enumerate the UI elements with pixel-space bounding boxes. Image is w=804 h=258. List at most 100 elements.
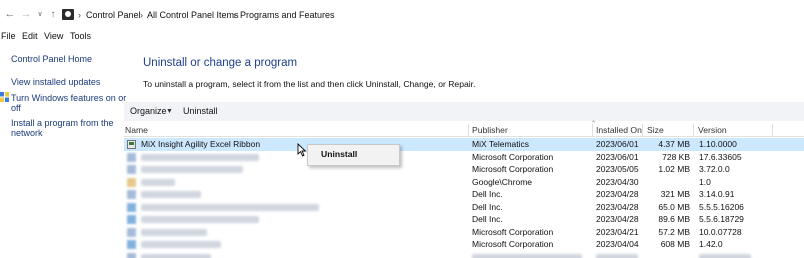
menu-tools[interactable]: Tools	[70, 30, 91, 43]
menu-file[interactable]: File	[1, 30, 16, 43]
row-installed-on: 2023/06/01	[596, 151, 639, 162]
sidebar-link-network-install-line2[interactable]: network	[11, 128, 43, 138]
menu-view[interactable]: View	[44, 30, 63, 43]
sidebar-link-windows-features-line2[interactable]: off	[11, 103, 21, 113]
program-icon	[127, 227, 136, 237]
table-row[interactable]: Microsoft Corporation 2023/04/21 57.2 MB…	[124, 226, 804, 239]
row-size: 65.0 MB	[658, 201, 690, 212]
redacted-name	[141, 203, 319, 211]
redacted-name	[141, 178, 175, 186]
column-divider[interactable]	[693, 124, 694, 136]
row-size: 728 KB	[662, 151, 690, 162]
row-version: 1.42.0	[699, 239, 723, 249]
table-header: Name ⌃ Publisher Installed On Size Versi…	[124, 121, 804, 137]
program-icon	[127, 240, 136, 249]
row-installed-on: 2023/04/28	[596, 214, 639, 224]
column-header-installed-on[interactable]: Installed On	[596, 123, 642, 137]
breadcrumb-separator-icon: ›	[78, 10, 81, 20]
breadcrumb-all-items[interactable]: All Control Panel Items	[147, 8, 239, 22]
table-row[interactable]: Microsoft Corporation 2023/04/04 608 MB …	[124, 238, 804, 251]
arrow-right-icon[interactable]: →	[20, 8, 32, 21]
row-size: 4.37 MB	[658, 139, 690, 149]
address-bar: ← → ∨ ↑ › Control Panel › All Control Pa…	[0, 0, 804, 29]
table-row[interactable]: Google\Chrome 2023/04/30 1.0	[124, 176, 804, 189]
redacted-version	[699, 253, 751, 258]
row-publisher: MiX Telematics	[472, 139, 529, 149]
row-publisher: Google\Chrome	[472, 176, 533, 187]
column-divider[interactable]	[772, 124, 773, 136]
row-name: MiX Insight Agility Excel Ribbon	[141, 139, 261, 149]
redacted-name	[141, 191, 201, 198]
row-installed-on: 2023/05/05	[596, 164, 639, 174]
row-publisher: Microsoft Corporation	[472, 151, 554, 162]
sidebar-link-network-install[interactable]: Install a program from the	[11, 118, 114, 128]
row-publisher: Dell Inc.	[472, 201, 503, 212]
page-title: Uninstall or change a program	[143, 57, 298, 69]
sidebar-link-home[interactable]: Control Panel Home	[11, 54, 92, 64]
row-installed-on: 2023/04/28	[596, 201, 639, 212]
menu-edit[interactable]: Edit	[22, 30, 38, 43]
column-header-publisher[interactable]: Publisher	[472, 123, 508, 137]
program-icon	[127, 252, 136, 258]
column-header-size[interactable]: Size	[647, 123, 664, 137]
column-divider[interactable]	[592, 124, 593, 136]
program-icon	[127, 202, 136, 212]
context-menu-uninstall[interactable]: Uninstall	[321, 149, 357, 159]
redacted-name	[141, 166, 243, 173]
arrow-up-icon[interactable]: ↑	[47, 8, 59, 21]
breadcrumb-control-panel[interactable]: Control Panel	[86, 8, 141, 22]
row-size: 89.6 MB	[658, 214, 690, 224]
row-installed-on: 2023/04/21	[596, 226, 639, 237]
installer-icon	[127, 140, 136, 149]
redacted-date	[596, 253, 638, 258]
breadcrumb-programs-features[interactable]: Programs and Features	[240, 8, 335, 22]
redacted-name	[141, 216, 259, 223]
row-size: 321 MB	[660, 189, 690, 199]
row-size: 1.02 MB	[658, 164, 690, 174]
sidebar-link-windows-features[interactable]: Turn Windows features on or	[11, 93, 126, 103]
table-row[interactable]: Dell Inc. 2023/04/28 89.6 MB 5.5.6.18729	[124, 213, 804, 226]
row-version: 10.0.07728	[699, 226, 742, 237]
row-installed-on: 2023/04/04	[596, 239, 639, 249]
row-installed-on: 2023/06/01	[596, 139, 639, 149]
table-row[interactable]: Microsoft Corporation 2023/05/05 1.02 MB…	[124, 163, 804, 176]
breadcrumb-separator-icon: ›	[233, 10, 236, 20]
row-version: 17.6.33605	[699, 151, 742, 162]
shield-icon	[0, 92, 9, 102]
context-menu: Uninstall	[307, 144, 400, 166]
arrow-left-icon[interactable]: ←	[4, 8, 16, 21]
uninstall-button[interactable]: Uninstall	[183, 102, 218, 121]
table-row[interactable]: Microsoft Corporation 2023/06/01 728 KB …	[124, 151, 804, 164]
column-divider[interactable]	[642, 124, 643, 136]
chevron-down-icon[interactable]: ∨	[34, 8, 46, 21]
row-publisher: Dell Inc.	[472, 189, 503, 199]
sidebar-link-updates[interactable]: View installed updates	[11, 77, 100, 87]
row-publisher: Microsoft Corporation	[472, 226, 554, 237]
table-row[interactable]: Dell Inc. 2023/04/28 321 MB 3.14.0.91	[124, 188, 804, 201]
organize-button[interactable]: Organize	[130, 102, 167, 121]
row-installed-on: 2023/04/28	[596, 189, 639, 199]
toolbar: Organize ▼ Uninstall	[124, 102, 804, 121]
table-row-partial[interactable]	[124, 251, 804, 258]
program-icon	[127, 165, 136, 174]
row-version: 5.5.6.18729	[699, 214, 744, 224]
row-installed-on: 2023/04/30	[596, 176, 639, 187]
mouse-cursor-icon	[297, 143, 307, 157]
row-version: 3.14.0.91	[699, 189, 735, 199]
row-publisher: Dell Inc.	[472, 214, 503, 224]
column-header-name[interactable]: Name	[125, 123, 148, 137]
program-icon	[127, 152, 136, 162]
row-size: 608 MB	[660, 239, 690, 249]
row-size	[646, 176, 690, 189]
breadcrumb-separator-icon: ›	[140, 10, 143, 20]
column-divider[interactable]	[468, 124, 469, 136]
control-panel-icon	[62, 9, 74, 20]
column-header-version[interactable]: Version	[698, 123, 727, 137]
row-version: 1.0	[699, 176, 711, 187]
program-icon	[127, 177, 136, 187]
page-description: To uninstall a program, select it from t…	[143, 79, 476, 89]
table-row-selected[interactable]: MiX Insight Agility Excel Ribbon MiX Tel…	[124, 138, 804, 151]
table-row[interactable]: Dell Inc. 2023/04/28 65.0 MB 5.5.5.16206	[124, 201, 804, 214]
row-version: 3.72.0.0	[699, 164, 730, 174]
caret-down-icon[interactable]: ▼	[166, 102, 173, 121]
